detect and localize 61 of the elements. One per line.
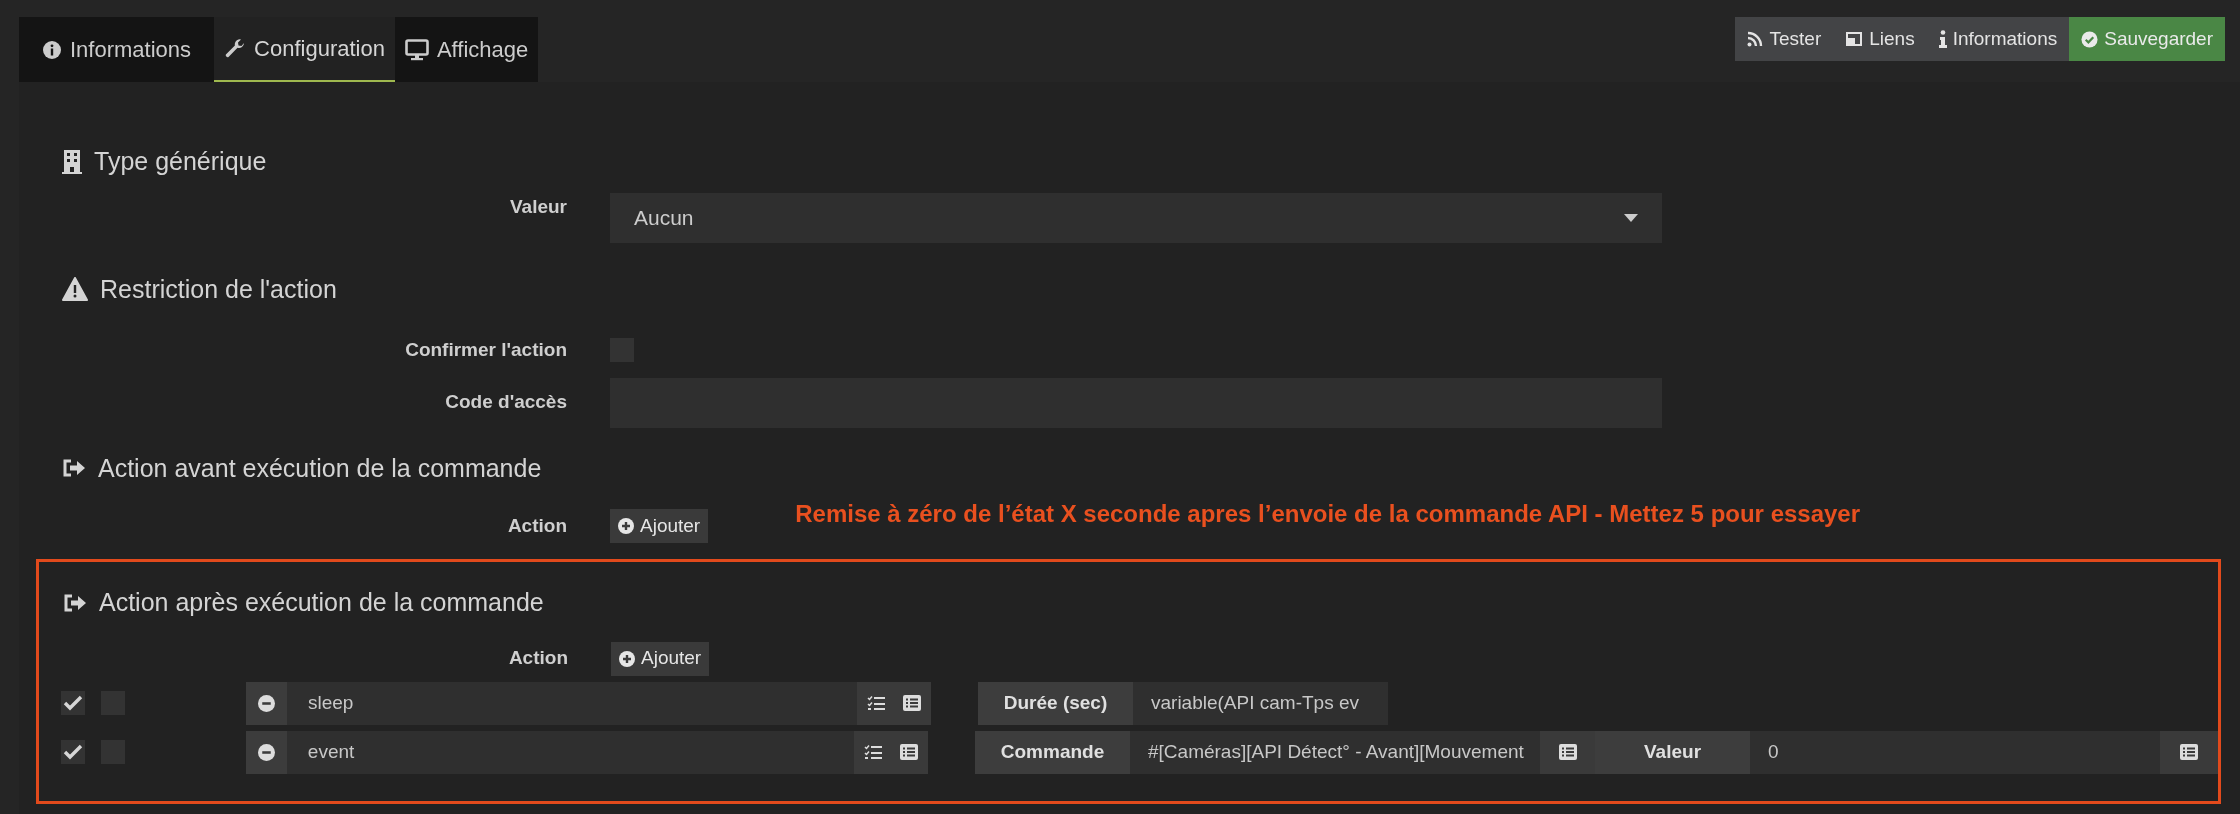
field-label: Confirmer l'action (404, 338, 567, 362)
minus-circle-icon (257, 743, 275, 761)
option-input[interactable]: 0 (1750, 730, 2160, 774)
checkbox[interactable] (61, 740, 85, 764)
field-label: Action (507, 646, 568, 671)
add-button[interactable]: Ajouter (611, 641, 710, 676)
section-title: Type générique (94, 146, 267, 177)
section-title: Action avant exécution de la commande (98, 452, 542, 484)
checkmark-icon (63, 695, 83, 711)
tab[interactable]: Affichage (394, 17, 539, 82)
remove-button[interactable] (246, 681, 287, 725)
option-label: Commande (975, 730, 1130, 774)
field-label: Action (506, 513, 567, 538)
wrench-icon (224, 37, 247, 60)
list-button[interactable] (903, 695, 921, 711)
option-label: Durée (sec) (978, 681, 1133, 725)
frame-icon (1845, 31, 1864, 47)
command-input[interactable]: sleep (287, 681, 857, 725)
monitor-icon (404, 38, 429, 61)
toolbar-button[interactable]: Sauvegarder (2069, 17, 2225, 61)
toolbar-button[interactable]: Tester (1735, 17, 1834, 61)
field-label: Code d'accès (444, 390, 567, 415)
toolbar-button[interactable]: Informations (1926, 17, 2070, 61)
list-icon (1558, 744, 1577, 760)
exit-arrow-icon (63, 592, 87, 613)
list-button[interactable] (2160, 730, 2218, 774)
list-icon (900, 744, 918, 760)
list-icon (2180, 744, 2198, 760)
command-input[interactable]: event (286, 730, 854, 774)
field-label: Valeur (508, 194, 567, 219)
list-button[interactable] (1540, 730, 1595, 774)
list-button[interactable] (900, 744, 918, 760)
building-icon (62, 149, 82, 174)
annotation-text: Remise à zéro de l’état X seconde apres l’envoie de la commande API - Mettez 5 pour essayer (795, 499, 1861, 529)
option-label: Valeur (1595, 730, 1750, 774)
minus-circle-icon (258, 694, 275, 712)
section-title: Restriction de l'action (100, 273, 337, 305)
select-field[interactable]: Aucun (610, 192, 1662, 243)
add-button[interactable]: Ajouter (610, 509, 709, 543)
checklist-button[interactable] (864, 744, 882, 760)
checklist-icon (867, 695, 885, 711)
list-icon (903, 695, 921, 711)
checkmark-icon (62, 744, 83, 760)
tab[interactable]: Informations (19, 17, 215, 82)
plus-circle-icon (619, 650, 635, 667)
toolbar-button[interactable]: Liens (1833, 17, 1927, 61)
check-circle-icon (2081, 30, 2099, 48)
plus-circle-icon (618, 518, 634, 534)
remove-button[interactable] (245, 730, 287, 774)
caret-icon (1624, 213, 1638, 222)
section-title: Action après exécution de la commande (99, 587, 544, 618)
option-input[interactable]: #[Caméras][API Détect° - Avant][Mouvement (1130, 730, 1540, 774)
warning-icon (62, 277, 88, 302)
checkbox[interactable] (61, 691, 85, 715)
checklist-icon (864, 744, 882, 760)
rss-icon (1747, 31, 1764, 47)
info-icon (1938, 30, 1947, 48)
exit-arrow-icon (62, 458, 86, 479)
info-icon (42, 39, 62, 60)
checklist-button[interactable] (867, 695, 885, 711)
option-input[interactable]: variable(API cam-Tps ev (1133, 681, 1388, 725)
